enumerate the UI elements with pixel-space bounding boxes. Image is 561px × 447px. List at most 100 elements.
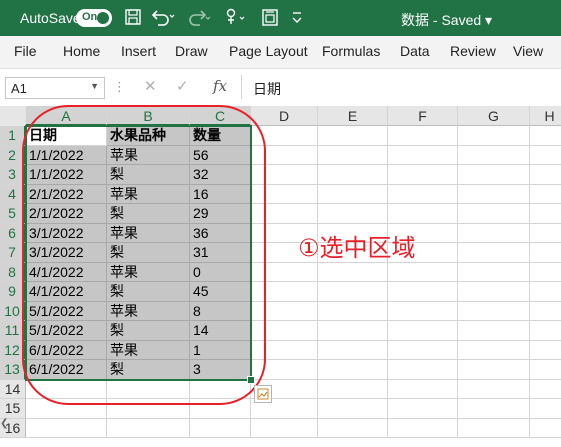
cell-b8[interactable]: 苹果	[107, 262, 190, 282]
cell-e10[interactable]	[318, 301, 388, 321]
cell-c5[interactable]: 29	[190, 204, 251, 224]
column-header-b[interactable]: B	[107, 106, 190, 126]
cell-c16[interactable]	[190, 418, 251, 438]
fill-handle[interactable]	[247, 375, 255, 384]
cell-h6[interactable]	[530, 224, 561, 243]
cell-b12[interactable]: 苹果	[107, 340, 190, 360]
cell-f3[interactable]	[388, 165, 458, 185]
cell-c14[interactable]	[190, 379, 251, 399]
column-header-d[interactable]: D	[251, 106, 318, 126]
row-header-5[interactable]: 5	[0, 204, 26, 224]
cell-d13[interactable]	[251, 360, 318, 380]
row-header-4[interactable]: 4	[0, 184, 26, 204]
scroll-left-icon[interactable]: ❮	[0, 418, 8, 430]
cell-d3[interactable]	[251, 165, 318, 185]
undo-icon[interactable]	[150, 7, 175, 29]
cell-h15[interactable]	[530, 399, 561, 419]
tab-home[interactable]: Home	[63, 43, 100, 59]
cell-e8[interactable]	[318, 262, 388, 282]
cell-b14[interactable]	[107, 379, 190, 399]
select-all-corner[interactable]	[0, 106, 27, 127]
autosave-toggle[interactable]: On	[76, 9, 112, 27]
cell-g13[interactable]	[458, 360, 530, 380]
cell-e3[interactable]	[318, 165, 388, 185]
insert-function-button[interactable]: fx	[213, 77, 227, 95]
tab-draw[interactable]: Draw	[175, 43, 208, 59]
cell-h12[interactable]	[530, 341, 561, 360]
cell-g10[interactable]	[458, 301, 530, 321]
cancel-icon[interactable]: ✕	[144, 77, 157, 95]
cell-d8[interactable]	[251, 262, 318, 282]
cell-a13[interactable]: 6/1/2022	[26, 360, 107, 380]
column-header-h[interactable]: H	[530, 106, 561, 126]
cell-c2[interactable]: 56	[190, 145, 251, 165]
save-icon[interactable]	[124, 7, 144, 29]
column-header-a[interactable]: A	[26, 106, 107, 126]
cell-c4[interactable]: 16	[190, 184, 251, 204]
cell-f8[interactable]	[388, 262, 458, 282]
cell-g1[interactable]	[458, 126, 530, 146]
cell-h7[interactable]	[530, 243, 561, 263]
cell-e14[interactable]	[318, 379, 388, 399]
cell-e13[interactable]	[318, 360, 388, 380]
cell-b16[interactable]	[107, 418, 190, 438]
row-header-13[interactable]: 13	[0, 360, 26, 380]
cell-h11[interactable]	[530, 321, 561, 341]
cell-f15[interactable]	[388, 399, 458, 419]
tab-view[interactable]: View	[513, 43, 543, 59]
cell-g11[interactable]	[458, 321, 530, 341]
cell-a9[interactable]: 4/1/2022	[26, 282, 107, 302]
chevron-down-icon[interactable]: ▼	[90, 81, 99, 91]
cell-h8[interactable]	[530, 263, 561, 282]
row-header-2[interactable]: 2	[0, 145, 26, 165]
cell-a15[interactable]	[26, 399, 107, 419]
cell-e11[interactable]	[318, 321, 388, 341]
cell-f5[interactable]	[388, 204, 458, 224]
cell-e1[interactable]	[318, 126, 388, 146]
cell-f2[interactable]	[388, 145, 458, 165]
cell-a7[interactable]: 3/1/2022	[26, 243, 107, 263]
tab-formulas[interactable]: Formulas	[322, 43, 380, 59]
cell-g8[interactable]	[458, 262, 530, 282]
cell-b10[interactable]: 苹果	[107, 301, 190, 321]
cell-b4[interactable]: 苹果	[107, 184, 190, 204]
enter-icon[interactable]: ✓	[176, 77, 189, 95]
cell-g16[interactable]	[458, 418, 530, 438]
cell-d4[interactable]	[251, 184, 318, 204]
cell-a2[interactable]: 1/1/2022	[26, 145, 107, 165]
cell-f14[interactable]	[388, 379, 458, 399]
cell-a16[interactable]	[26, 418, 107, 438]
cell-c8[interactable]: 0	[190, 262, 251, 282]
cell-h16[interactable]	[530, 419, 561, 438]
cell-e9[interactable]	[318, 282, 388, 302]
touch-mode-icon[interactable]	[222, 7, 245, 29]
cell-c3[interactable]: 32	[190, 165, 251, 185]
formula-input[interactable]: 日期	[241, 75, 561, 99]
cell-b7[interactable]: 梨	[107, 243, 190, 263]
row-header-12[interactable]: 12	[0, 340, 26, 360]
cell-c15[interactable]	[190, 399, 251, 419]
row-header-3[interactable]: 3	[0, 165, 26, 185]
tab-page-layout[interactable]: Page Layout	[229, 43, 308, 59]
cell-e16[interactable]	[318, 418, 388, 438]
row-header-9[interactable]: 9	[0, 282, 26, 302]
row-header-8[interactable]: 8	[0, 262, 26, 282]
tab-data[interactable]: Data	[400, 43, 430, 59]
cell-b2[interactable]: 苹果	[107, 145, 190, 165]
cell-h5[interactable]	[530, 204, 561, 224]
cell-e15[interactable]	[318, 399, 388, 419]
cell-g15[interactable]	[458, 399, 530, 419]
cell-a1[interactable]: 日期	[26, 126, 107, 146]
cell-a14[interactable]	[26, 379, 107, 399]
cell-g9[interactable]	[458, 282, 530, 302]
name-box[interactable]: A1 ▼	[5, 77, 105, 99]
row-header-7[interactable]: 7	[0, 243, 26, 263]
cell-e2[interactable]	[318, 145, 388, 165]
cell-d9[interactable]	[251, 282, 318, 302]
cell-d1[interactable]	[251, 126, 318, 146]
cell-c12[interactable]: 1	[190, 340, 251, 360]
column-header-f[interactable]: F	[388, 106, 458, 126]
cell-c6[interactable]: 36	[190, 223, 251, 243]
cell-b11[interactable]: 梨	[107, 321, 190, 341]
cell-c11[interactable]: 14	[190, 321, 251, 341]
